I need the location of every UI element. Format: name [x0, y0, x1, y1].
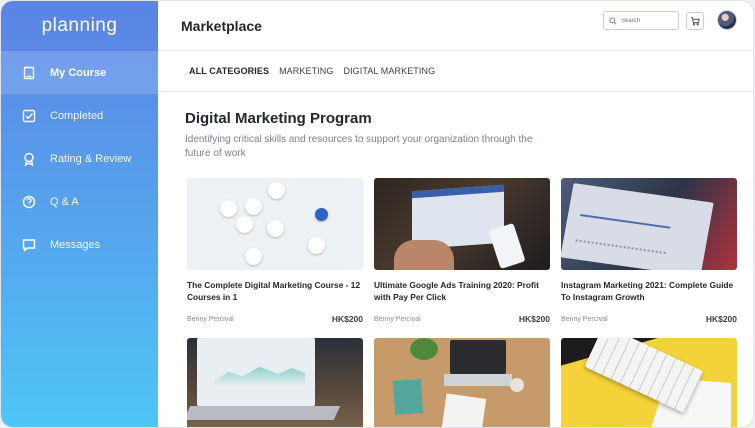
social-badge-icon [308, 237, 325, 254]
course-title[interactable]: Instagram Marketing 2021: Complete Guide… [561, 279, 737, 303]
user-avatar[interactable] [718, 11, 736, 29]
course-price: HK$200 [331, 314, 363, 324]
dashboard-screen-image [197, 338, 315, 406]
course-price: HK$200 [705, 314, 737, 324]
course-grid: The Complete Digital Marketing Course - … [187, 178, 737, 427]
category-tabs: ALL CATEGORIES MARKETING DIGITAL MARKETI… [158, 51, 753, 92]
social-badge-icon [268, 182, 285, 199]
paper-image [441, 393, 487, 427]
laptop-image [444, 340, 512, 386]
sidebar-item-rating-review[interactable]: Rating & Review [1, 137, 158, 180]
search-icon [609, 16, 617, 25]
sidebar-item-label: Completed [50, 109, 104, 122]
sidebar-item-label: Q & A [50, 195, 79, 208]
course-thumbnail[interactable] [374, 338, 550, 427]
course-meta: Benny Percival HK$200 [374, 314, 550, 324]
tab-digital-marketing[interactable]: DIGITAL MARKETING [343, 66, 435, 76]
course-author: Benny Percival [374, 315, 421, 323]
sidebar-item-label: Messages [50, 238, 101, 251]
main-content: Digital Marketing Program Identifying cr… [185, 92, 753, 427]
course-thumbnail[interactable] [561, 178, 737, 270]
course-thumbnail[interactable] [374, 178, 550, 270]
laptop-base-image [187, 406, 341, 420]
sidebar-item-completed[interactable]: Completed [1, 94, 158, 137]
course-thumbnail[interactable] [187, 338, 363, 427]
cart-button[interactable] [686, 12, 704, 30]
course-thumbnail[interactable] [561, 338, 737, 427]
search-box[interactable] [603, 11, 679, 30]
app-window: planning My Course Completed Rating & Re… [1, 1, 753, 427]
facebook-icon [315, 208, 328, 221]
tab-all-categories[interactable]: ALL CATEGORIES [189, 66, 269, 76]
section-subtitle: Identifying critical skills and resource… [185, 134, 533, 159]
course-meta: Benny Percival HK$200 [561, 314, 737, 324]
like-badge-icon [245, 198, 262, 215]
message-icon [22, 238, 36, 252]
tab-marketing[interactable]: MARKETING [279, 66, 333, 76]
sidebar-item-label: My Course [50, 66, 107, 79]
keyboard-image [584, 338, 704, 414]
hand-image [394, 240, 454, 270]
course-price: HK$200 [518, 314, 550, 324]
plant-image [410, 338, 438, 360]
course-thumbnail[interactable] [187, 178, 363, 270]
search-input[interactable] [621, 17, 677, 24]
social-badge-icon [236, 216, 253, 233]
book-icon [22, 66, 36, 80]
top-header: Marketplace [158, 1, 753, 51]
phone-image [488, 222, 526, 270]
course-card[interactable]: Instagram Marketing 2021: Complete Guide… [561, 178, 737, 324]
sidebar-item-qa[interactable]: Q & A [1, 180, 158, 223]
book-image [392, 379, 424, 415]
section-title: Digital Marketing Program [185, 110, 372, 127]
course-title[interactable]: The Complete Digital Marketing Course - … [187, 279, 363, 303]
sidebar-item-my-course[interactable]: My Course [1, 51, 158, 94]
course-meta: Benny Percival HK$200 [187, 314, 363, 324]
social-badge-icon [245, 248, 262, 265]
sidebar: planning My Course Completed Rating & Re… [1, 1, 158, 427]
analytics-screen-image [561, 183, 714, 270]
question-icon [22, 195, 36, 209]
course-author: Benny Percival [561, 315, 608, 323]
cart-icon [690, 17, 700, 26]
like-badge-icon [267, 220, 284, 237]
course-card[interactable]: The Complete Digital Marketing Course - … [187, 178, 363, 324]
course-author: Benny Percival [187, 315, 234, 323]
course-card[interactable] [374, 338, 550, 427]
checkbox-icon [22, 109, 36, 123]
app-logo[interactable]: planning [1, 1, 158, 51]
award-icon [22, 152, 36, 166]
course-card[interactable] [187, 338, 363, 427]
course-card[interactable] [561, 338, 737, 427]
sidebar-item-messages[interactable]: Messages [1, 223, 158, 266]
page-title: Marketplace [181, 17, 262, 34]
mug-image [510, 378, 524, 392]
like-badge-icon [220, 200, 237, 217]
sidebar-item-label: Rating & Review [50, 152, 132, 165]
course-card[interactable]: Ultimate Google Ads Training 2020: Profi… [374, 178, 550, 324]
course-title[interactable]: Ultimate Google Ads Training 2020: Profi… [374, 279, 550, 303]
